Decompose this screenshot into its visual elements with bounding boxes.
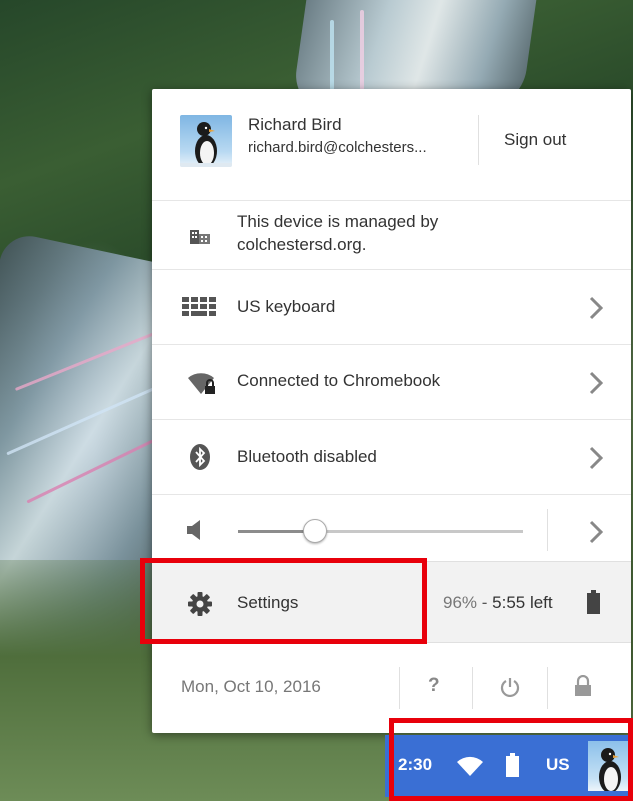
chevron-right-icon[interactable] [589, 520, 603, 544]
network-row[interactable]: Connected to Chromebook [152, 344, 631, 419]
shelf-wifi-icon [455, 754, 485, 778]
user-card: Richard Bird richard.bird@colchesters...… [152, 89, 631, 201]
system-tray-menu: Richard Bird richard.bird@colchesters...… [152, 89, 631, 733]
battery-separator: - [477, 593, 493, 612]
date-label[interactable]: Mon, Oct 10, 2016 [181, 677, 321, 697]
shelf-battery-icon [504, 752, 520, 778]
settings-row: Settings 96% - 5:55 left [152, 561, 631, 643]
divider [547, 509, 548, 551]
bluetooth-icon [188, 442, 212, 472]
shelf-clock[interactable]: 2:30 [398, 755, 432, 775]
user-name: Richard Bird [248, 115, 342, 134]
battery-status: 96% - 5:55 left [443, 593, 553, 613]
bluetooth-row[interactable]: Bluetooth disabled [152, 419, 631, 494]
keyboard-icon [182, 294, 216, 318]
managed-line-1: This device is managed by [237, 212, 439, 231]
network-label: Connected to Chromebook [237, 371, 441, 390]
wallpaper-light-streak [360, 10, 364, 90]
managed-line-2: colchestersd.org. [237, 235, 367, 254]
building-icon [188, 225, 212, 247]
chevron-right-icon [589, 371, 603, 395]
shelf-ime-indicator[interactable]: US [546, 755, 570, 775]
penguin-avatar-image [599, 748, 621, 791]
volume-row [152, 494, 631, 561]
divider [547, 667, 548, 709]
divider [478, 115, 479, 165]
divider [399, 667, 400, 709]
shelf-avatar[interactable] [588, 741, 633, 791]
chevron-right-icon [589, 296, 603, 320]
settings-button[interactable]: Settings [237, 593, 298, 613]
divider [472, 667, 473, 709]
power-icon[interactable] [498, 675, 522, 699]
keyboard-label: US keyboard [237, 297, 336, 316]
volume-slider[interactable] [238, 519, 523, 543]
wifi-lock-icon [186, 369, 218, 397]
keyboard-row[interactable]: US keyboard [152, 269, 631, 344]
wallpaper-light-streak [330, 20, 334, 90]
penguin-avatar-image [180, 122, 232, 167]
user-avatar [180, 115, 232, 167]
shelf-status-area[interactable]: 2:30 US [385, 735, 633, 797]
sign-out-button[interactable]: Sign out [504, 130, 566, 150]
chevron-right-icon [589, 446, 603, 470]
gear-icon[interactable] [186, 590, 214, 618]
battery-percent: 96% [443, 593, 478, 612]
speaker-icon[interactable] [184, 517, 204, 543]
managed-device-notice: This device is managed by colchestersd.o… [152, 201, 631, 269]
bluetooth-label: Bluetooth disabled [237, 447, 377, 466]
help-button[interactable]: ? [428, 675, 440, 697]
battery-icon [586, 589, 600, 615]
lock-icon[interactable] [572, 674, 594, 698]
user-email: richard.bird@colchesters... [248, 139, 427, 156]
volume-thumb[interactable] [303, 519, 327, 543]
battery-time-left: 5:55 left [492, 593, 553, 612]
tray-footer: Mon, Oct 10, 2016 ? [152, 643, 631, 733]
managed-text: This device is managed by colchestersd.o… [237, 210, 438, 256]
